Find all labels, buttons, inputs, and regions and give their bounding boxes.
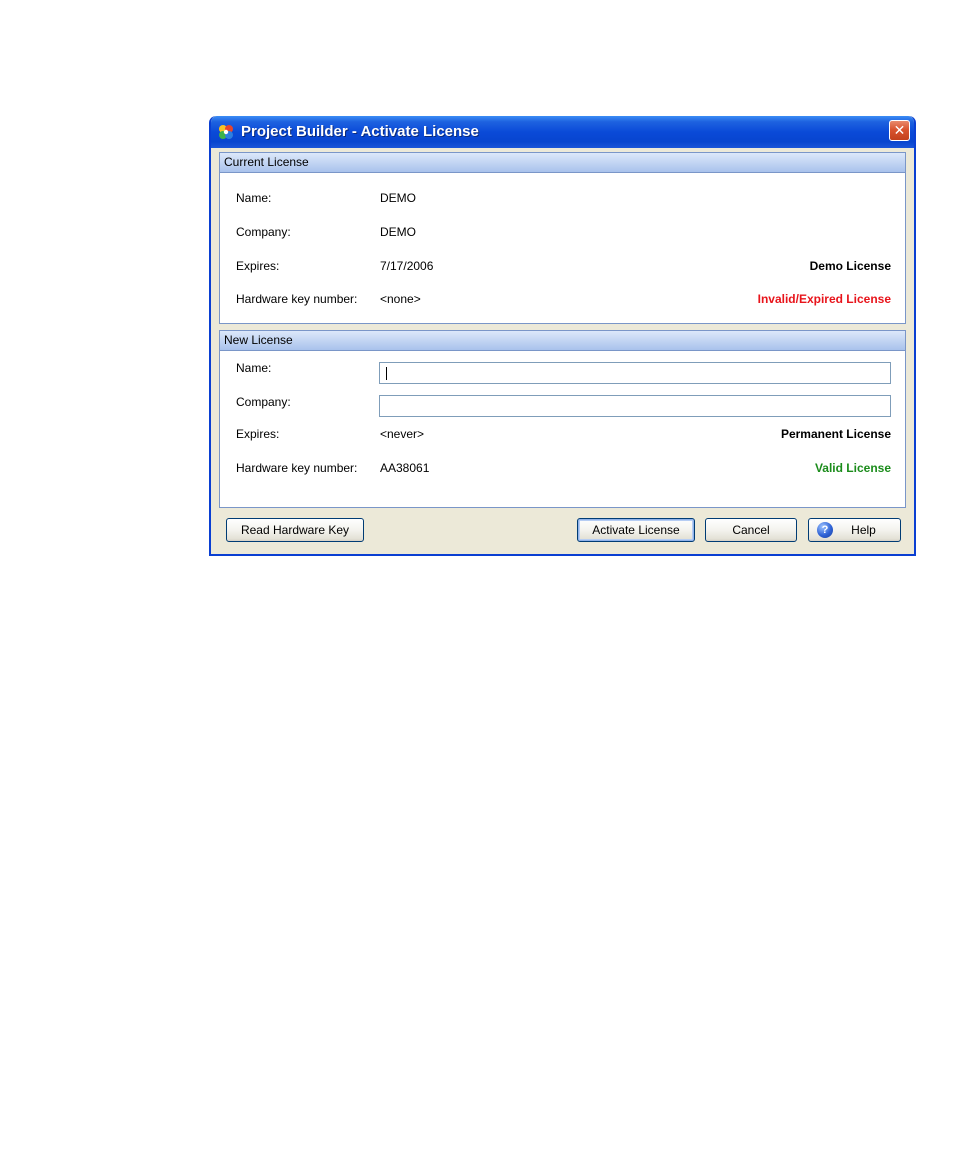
cancel-button[interactable]: Cancel	[705, 518, 797, 542]
new-license-type: Permanent License	[780, 427, 891, 441]
name-input[interactable]	[379, 362, 891, 384]
app-icon	[219, 125, 233, 139]
current-license-type: Demo License	[809, 259, 891, 273]
close-button[interactable]: ✕	[889, 120, 910, 141]
current-name-value: DEMO	[380, 191, 416, 205]
new-license-status: Valid License	[814, 461, 891, 475]
new-company-label: Company:	[236, 395, 291, 409]
text-caret	[386, 367, 387, 380]
new-license-header: New License	[220, 331, 905, 351]
activate-license-button[interactable]: Activate License	[577, 518, 695, 542]
current-company-value: DEMO	[380, 225, 416, 239]
new-hwkey-label: Hardware key number:	[236, 461, 358, 475]
read-hardware-key-button[interactable]: Read Hardware Key	[226, 518, 364, 542]
activate-license-dialog: Project Builder - Activate License ✕ Cur…	[209, 116, 916, 556]
current-license-header: Current License	[220, 153, 905, 173]
new-expires-label: Expires:	[236, 427, 280, 441]
current-hwkey-label: Hardware key number:	[236, 292, 358, 306]
new-hwkey-value: AA38061	[380, 461, 430, 475]
current-hwkey-value: <none>	[380, 292, 421, 306]
close-icon: ✕	[893, 122, 906, 138]
new-license-group: New License Name: Company: Expires: <nev…	[219, 330, 906, 508]
help-button-label: Help	[851, 523, 876, 537]
current-license-status: Invalid/Expired License	[757, 292, 891, 306]
title-bar[interactable]: Project Builder - Activate License ✕	[211, 116, 914, 148]
new-expires-value: <never>	[380, 427, 425, 441]
help-icon: ?	[817, 522, 833, 538]
current-expires-label: Expires:	[236, 259, 280, 273]
current-license-group: Current License Name: DEMO Company: DEMO…	[219, 152, 906, 324]
new-name-label: Name:	[236, 361, 272, 375]
current-name-label: Name:	[236, 191, 272, 205]
company-input[interactable]	[379, 395, 891, 417]
window-title: Project Builder - Activate License	[241, 123, 479, 140]
current-company-label: Company:	[236, 225, 291, 239]
current-expires-value: 7/17/2006	[380, 259, 434, 273]
help-button[interactable]: ? Help	[808, 518, 901, 542]
